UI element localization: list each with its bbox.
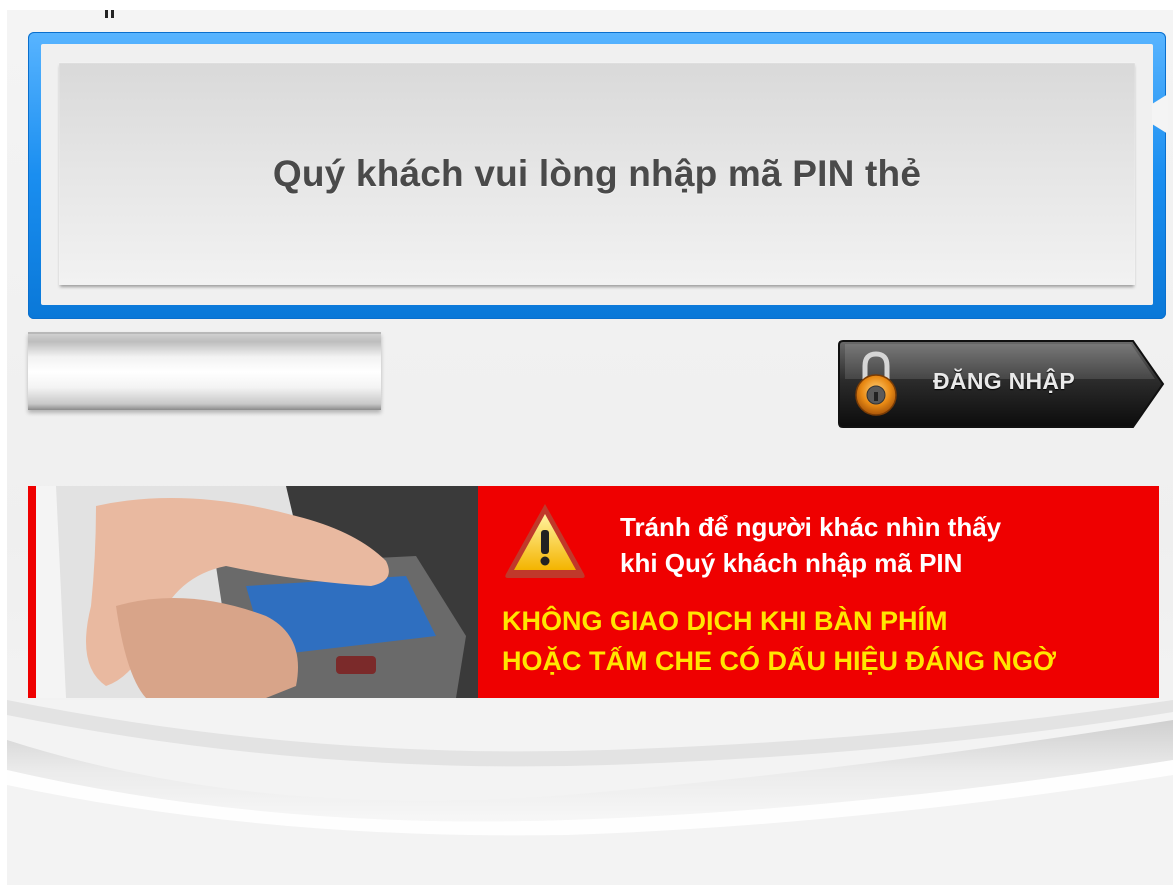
alert-line-2: HOẶC TẤM CHE CÓ DẤU HIỆU ĐÁNG NGỜ: [502, 646, 1057, 676]
login-button-label: ĐĂNG NHẬP: [933, 368, 1075, 394]
warning-banner: Tránh để người khác nhìn thấy khi Quý kh…: [28, 486, 1159, 698]
prompt-frame: Quý khách vui lòng nhập mã PIN thẻ: [28, 32, 1168, 319]
keypad-cover-photo: [36, 486, 478, 698]
padlock-icon: [855, 351, 897, 416]
top-edge-marks: [105, 10, 115, 18]
warning-triangle-icon: [505, 504, 585, 578]
notice-line-2: khi Quý khách nhập mã PIN: [620, 548, 963, 578]
notice-line-1: Tránh để người khác nhìn thấy: [620, 512, 1002, 542]
atm-screen: Quý khách vui lòng nhập mã PIN thẻ ĐĂNG …: [7, 10, 1173, 885]
prompt-panel: Quý khách vui lòng nhập mã PIN thẻ: [59, 62, 1135, 285]
decorative-wave: [7, 700, 1173, 885]
pin-input-field[interactable]: [28, 332, 381, 410]
frame-notch: [1152, 94, 1168, 134]
prompt-message: Quý khách vui lòng nhập mã PIN thẻ: [272, 152, 922, 194]
prompt-frame-inner: Quý khách vui lòng nhập mã PIN thẻ: [41, 44, 1153, 305]
alert-line-1: KHÔNG GIAO DỊCH KHI BÀN PHÍM: [502, 606, 948, 636]
login-button[interactable]: ĐĂNG NHẬP: [837, 339, 1167, 429]
